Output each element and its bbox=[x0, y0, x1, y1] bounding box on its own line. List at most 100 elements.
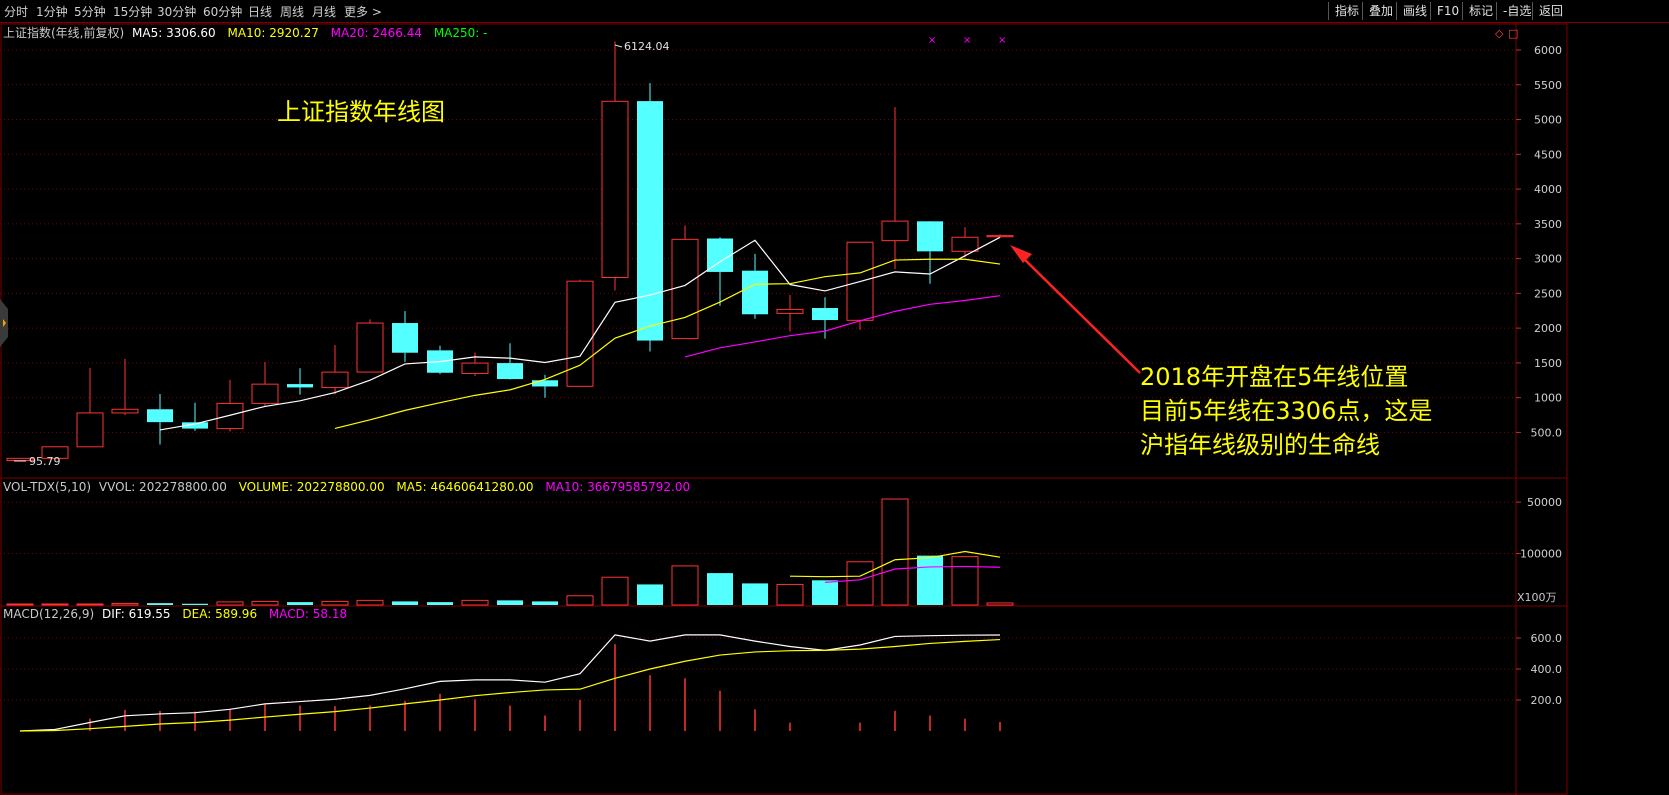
ma10-readout: MA10: 2920.27 bbox=[228, 26, 319, 40]
high-price-pointer bbox=[614, 44, 623, 48]
candle-body bbox=[461, 362, 489, 374]
close-panel-icon[interactable]: □ bbox=[1508, 27, 1518, 40]
volume-bar bbox=[427, 602, 453, 605]
candle-body bbox=[251, 383, 279, 404]
volume-bar bbox=[41, 603, 69, 606]
volume-bar bbox=[601, 576, 629, 606]
price-tick-label: 500.0 bbox=[1531, 426, 1563, 439]
volume-bar bbox=[76, 603, 104, 606]
event-marker-icon[interactable]: × bbox=[998, 35, 1006, 46]
candle-body bbox=[392, 323, 418, 353]
candle-body bbox=[707, 238, 733, 272]
macd-tick-label: 600.0 bbox=[1531, 632, 1563, 645]
volume-bar bbox=[742, 583, 768, 605]
volume-bar bbox=[287, 602, 313, 605]
back-button[interactable]: 返回 bbox=[1532, 2, 1569, 20]
annotation-arrowhead bbox=[1010, 245, 1032, 263]
volume-bar bbox=[846, 561, 874, 606]
overlay-button[interactable]: 叠加 bbox=[1362, 2, 1399, 20]
macd-tick-label: 400.0 bbox=[1531, 663, 1563, 676]
annotation-note-line: 沪指年线级别的生命线 bbox=[1140, 431, 1380, 459]
period-tab-30min[interactable]: 30分钟 bbox=[157, 3, 196, 20]
event-marker-icon[interactable]: × bbox=[928, 35, 936, 46]
volume-readout: VOLUME: 202278800.00 bbox=[239, 480, 385, 494]
ma10-line bbox=[334, 258, 1001, 430]
period-tab-fenshi[interactable]: 分时 bbox=[4, 3, 28, 20]
volume-bar bbox=[881, 498, 909, 606]
svg-text:VOL-TDX(5,10) VVOL: 202278: VOL-TDX(5,10) VVOL: 202278800.00 VOLUME:… bbox=[3, 480, 690, 494]
candle-body bbox=[917, 221, 943, 252]
price-tick-label: 6000 bbox=[1534, 44, 1562, 57]
period-tab-15min[interactable]: 15分钟 bbox=[113, 3, 152, 20]
indicator-button[interactable]: 指标 bbox=[1328, 2, 1365, 20]
candle-body bbox=[881, 220, 909, 242]
candle-body bbox=[216, 402, 244, 430]
price-tick-label: 4000 bbox=[1534, 183, 1562, 196]
chart-title: 上证指数年线图 bbox=[277, 98, 445, 126]
volume-bar bbox=[951, 556, 979, 606]
volume-unit-label: X100万 bbox=[1517, 591, 1557, 604]
diamond-icon[interactable]: ◇ bbox=[1495, 27, 1504, 40]
annotation-arrow bbox=[1017, 252, 1141, 374]
volume-tick-label: 50000 bbox=[1527, 496, 1562, 509]
candle-body bbox=[986, 235, 1014, 238]
volume-bar bbox=[182, 603, 208, 605]
candle-body bbox=[532, 380, 558, 387]
candle-body bbox=[742, 270, 768, 315]
candle-body bbox=[356, 322, 384, 373]
period-tab-monthly[interactable]: 月线 bbox=[312, 3, 336, 20]
volume-bar bbox=[637, 584, 663, 605]
price-tick-label: 1500 bbox=[1534, 357, 1562, 370]
candle-body bbox=[287, 384, 313, 388]
volume-bar bbox=[356, 599, 384, 606]
candle-body bbox=[637, 101, 663, 341]
candle-body bbox=[812, 308, 838, 321]
period-tab-weekly[interactable]: 周线 bbox=[280, 3, 304, 20]
volume-bar bbox=[147, 603, 173, 605]
event-marker-icon[interactable]: × bbox=[963, 35, 971, 46]
period-tab-more[interactable]: 更多 > bbox=[344, 3, 382, 20]
volume-bar bbox=[111, 602, 139, 606]
volume-bar bbox=[986, 602, 1014, 606]
dea-readout: DEA: 589.96 bbox=[182, 607, 257, 621]
volume-bar bbox=[917, 555, 943, 605]
toolbar: 分时 1分钟 5分钟 15分钟 30分钟 60分钟 日线 周线 月线 更多 > … bbox=[0, 0, 1669, 23]
ma20-readout: MA20: 2466.44 bbox=[331, 26, 422, 40]
draw-line-button[interactable]: 画线 bbox=[1396, 2, 1433, 20]
annotation-note: 2018年开盘在5年线位置 目前5年线在3306点，这是 沪指年线级别的生命线 bbox=[1140, 360, 1432, 462]
price-tick-label: 2000 bbox=[1534, 322, 1562, 335]
vol-ma10-readout: MA10: 36679585792.00 bbox=[545, 480, 690, 494]
vvol-readout: VVOL: 202278800.00 bbox=[99, 480, 227, 494]
volume-bar bbox=[216, 601, 244, 606]
volume-bar bbox=[532, 601, 558, 605]
period-tab-5min[interactable]: 5分钟 bbox=[74, 3, 106, 20]
period-tab-1min[interactable]: 1分钟 bbox=[36, 3, 68, 20]
period-tab-daily[interactable]: 日线 bbox=[248, 3, 272, 20]
volume-tick-label: 100000 bbox=[1520, 548, 1562, 561]
price-tick-label: 3500 bbox=[1534, 218, 1562, 231]
candle-body bbox=[111, 408, 139, 414]
volume-bar bbox=[321, 600, 349, 606]
svg-text:上证指数(年线,前复权) MA5: 3306.60: 上证指数(年线,前复权) MA5: 3306.60 MA10: 2920.27 … bbox=[3, 25, 487, 40]
candle-body bbox=[566, 280, 594, 387]
annotation-note-line: 目前5年线在3306点，这是 bbox=[1140, 397, 1433, 425]
vol-indicator-name: VOL-TDX(5,10) bbox=[3, 480, 91, 494]
volume-bar bbox=[707, 573, 733, 605]
price-tick-label: 1000 bbox=[1534, 392, 1562, 405]
macd-readout: MACD: 58.18 bbox=[269, 607, 347, 621]
high-price-label: 6124.04 bbox=[624, 40, 670, 53]
macd-tick-label: 200.0 bbox=[1531, 694, 1563, 707]
price-tick-label: 5500 bbox=[1534, 79, 1562, 92]
candle-body bbox=[951, 236, 979, 252]
low-price-label: 95.79 bbox=[29, 455, 61, 468]
candle-body bbox=[776, 308, 804, 314]
main-indicator-name: 上证指数(年线,前复权) bbox=[3, 25, 124, 40]
volume-bar bbox=[566, 595, 594, 606]
ma20-line bbox=[684, 295, 1001, 358]
mark-button[interactable]: 标记 bbox=[1462, 2, 1499, 20]
volume-bar bbox=[251, 600, 279, 606]
candle-body bbox=[76, 412, 104, 448]
candle-body bbox=[147, 409, 173, 423]
f10-button[interactable]: F10 bbox=[1430, 2, 1465, 20]
period-tab-60min[interactable]: 60分钟 bbox=[203, 3, 242, 20]
